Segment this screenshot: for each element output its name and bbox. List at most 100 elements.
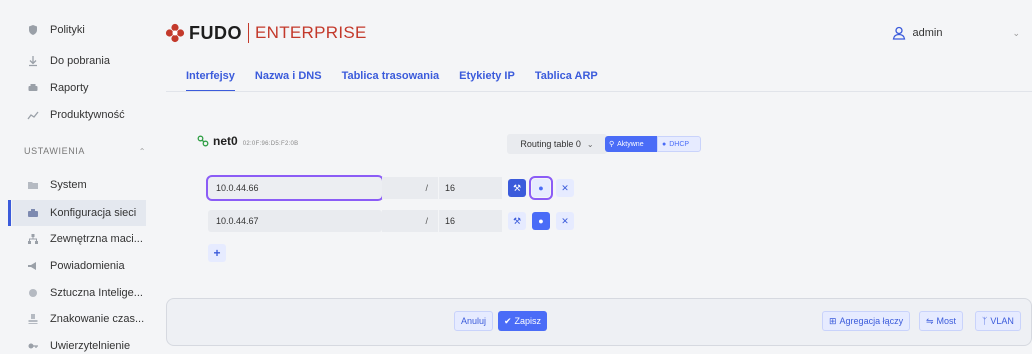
plus-icon: + (213, 246, 221, 260)
section-label: USTAWIENIA (24, 146, 86, 156)
globe-icon: ● (538, 216, 544, 226)
action-footer: Anuluj ✔ Zapisz ⊞ Agregacja łączy ⇋ Most… (166, 298, 1032, 346)
lightbulb-icon: ⚲ (609, 141, 615, 148)
prefix-separator: / (382, 210, 438, 232)
link-icon (197, 135, 209, 147)
bridge-label: Most (936, 316, 957, 326)
routing-table-select[interactable]: Routing table 0 ⌄ (507, 134, 607, 154)
sidebar-item-label: Konfiguracja sieci (50, 207, 137, 219)
save-label: Zapisz (514, 316, 542, 326)
sidebar-item-label: Raporty (50, 82, 89, 94)
vlan-button[interactable]: ᛉ VLAN (975, 311, 1021, 331)
shield-icon (26, 23, 40, 37)
dhcp-toggle[interactable]: ● DHCP (657, 136, 701, 152)
interface-name: net0 (213, 134, 238, 148)
branch-icon: ᛉ (982, 316, 988, 326)
tab-tablica-trasowania[interactable]: Tablica trasowania (342, 70, 440, 92)
check-icon: ✔ (504, 315, 512, 326)
close-icon: ✕ (561, 215, 569, 226)
wrench-icon: ⚒ (512, 182, 522, 193)
brand-name: FUDO (189, 22, 242, 43)
sidebar-item-label: Produktywność (50, 109, 125, 121)
network-icon (26, 206, 40, 220)
sidebar-item-system[interactable]: System (12, 172, 146, 198)
close-icon: ✕ (561, 182, 569, 193)
logo-divider (248, 23, 249, 43)
tab-divider (166, 91, 1032, 92)
routing-table-value: Routing table 0 (520, 139, 581, 149)
active-toggle[interactable]: ⚲ Aktywne (605, 136, 657, 152)
print-icon (26, 81, 40, 95)
wrench-icon: ⚒ (512, 215, 522, 226)
sidebar-item-konfiguracja-sieci[interactable]: Konfiguracja sieci (12, 200, 146, 226)
prefix-separator: / (382, 177, 438, 199)
ip-address-input[interactable]: 10.0.44.67 (208, 210, 382, 232)
edition-name: ENTERPRISE (255, 23, 367, 42)
sidebar-item-label: Uwierzytelnienie (50, 340, 131, 352)
sidebar-item-uwierzytelnienie[interactable]: Uwierzytelnienie (12, 333, 146, 354)
sidebar-item-raporty[interactable]: Raporty (12, 75, 146, 101)
sidebar-item-zewnetrzna[interactable]: Zewnętrzna maci... (12, 226, 146, 252)
sidebar-item-label: Zewnętrzna maci... (50, 233, 143, 245)
username: admin (912, 27, 943, 39)
globe-icon: ● (662, 140, 667, 148)
sidebar-item-label: Polityki (50, 24, 85, 36)
active-label: Aktywne (617, 140, 644, 148)
remove-address-button[interactable]: ✕ (556, 212, 574, 230)
tab-tablica-arp[interactable]: Tablica ARP (535, 70, 598, 92)
globe-icon: ● (538, 183, 544, 193)
mac-address: 02:0F:96:D5:F2:0B (242, 141, 299, 147)
cancel-button[interactable]: Anuluj (454, 311, 494, 331)
sidebar-section-ustawienia[interactable]: USTAWIENIA ⌃ (24, 146, 146, 156)
sidebar-item-label: Sztuczna Intelige... (50, 287, 143, 299)
tab-nazwa-dns[interactable]: Nazwa i DNS (255, 70, 322, 92)
tab-etykiety-ip[interactable]: Etykiety IP (459, 70, 515, 92)
plus-square-icon: ⊞ (829, 315, 837, 326)
stamp-icon (26, 312, 40, 326)
address-row: 10.0.44.67 / 16 ⚒ ● ✕ (208, 210, 574, 232)
save-button[interactable]: ✔ Zapisz (498, 311, 548, 331)
sitemap-icon (26, 232, 40, 246)
configure-button[interactable]: ⚒ (508, 212, 526, 230)
logo: FUDO ENTERPRISE (165, 23, 367, 43)
sidebar: Polityki Do pobrania Raporty Produktywno… (0, 0, 153, 354)
vlan-label: VLAN (990, 316, 1014, 326)
fudo-logo-icon (165, 23, 185, 43)
prefix-length-input[interactable]: 16 (438, 210, 502, 232)
chevron-up-icon: ⌃ (138, 146, 146, 156)
dhcp-label: DHCP (669, 140, 690, 148)
chevron-down-icon: ⌄ (586, 139, 594, 149)
add-address-button[interactable]: + (208, 244, 226, 262)
prefix-length-input[interactable]: 16 (438, 177, 502, 199)
shuffle-icon: ⇋ (926, 315, 934, 326)
configure-button[interactable]: ⚒ (508, 179, 526, 197)
remove-address-button[interactable]: ✕ (556, 179, 574, 197)
chart-icon (26, 108, 40, 122)
ip-address-input[interactable]: 10.0.44.66 (206, 175, 384, 201)
sidebar-item-znakowanie[interactable]: Znakowanie czas... (12, 306, 146, 332)
megaphone-icon (26, 259, 40, 273)
main-content: FUDO ENTERPRISE admin ⌄ Interfejsy Nazwa… (153, 0, 1032, 354)
sidebar-item-label: Znakowanie czas... (50, 313, 145, 325)
sidebar-item-powiadomienia[interactable]: Powiadomienia (12, 253, 146, 279)
tab-interfejsy[interactable]: Interfejsy (186, 70, 235, 92)
public-ip-toggle[interactable]: ● (529, 176, 553, 200)
sidebar-item-sztuczna[interactable]: Sztuczna Intelige... (12, 280, 146, 306)
link-aggregation-button[interactable]: ⊞ Agregacja łączy (822, 311, 911, 331)
user-icon (893, 26, 906, 40)
sidebar-item-produktywnosc[interactable]: Produktywność (12, 102, 146, 128)
sidebar-item-polityki[interactable]: Polityki (12, 17, 146, 43)
key-icon (26, 339, 40, 353)
aggregation-label: Agregacja łączy (839, 316, 904, 326)
sidebar-item-do-pobrania[interactable]: Do pobrania (12, 48, 146, 74)
active-indicator (8, 200, 11, 226)
brain-icon (26, 286, 40, 300)
folder-icon (26, 178, 40, 192)
user-menu[interactable]: admin ⌄ (892, 26, 1020, 40)
address-row: 10.0.44.66 / 16 ⚒ ● ✕ (206, 175, 574, 201)
bridge-button[interactable]: ⇋ Most (919, 311, 964, 331)
download-icon (26, 54, 40, 68)
public-ip-toggle[interactable]: ● (532, 212, 550, 230)
chevron-down-icon: ⌄ (1012, 27, 1020, 38)
tab-bar: Interfejsy Nazwa i DNS Tablica trasowani… (186, 70, 618, 92)
